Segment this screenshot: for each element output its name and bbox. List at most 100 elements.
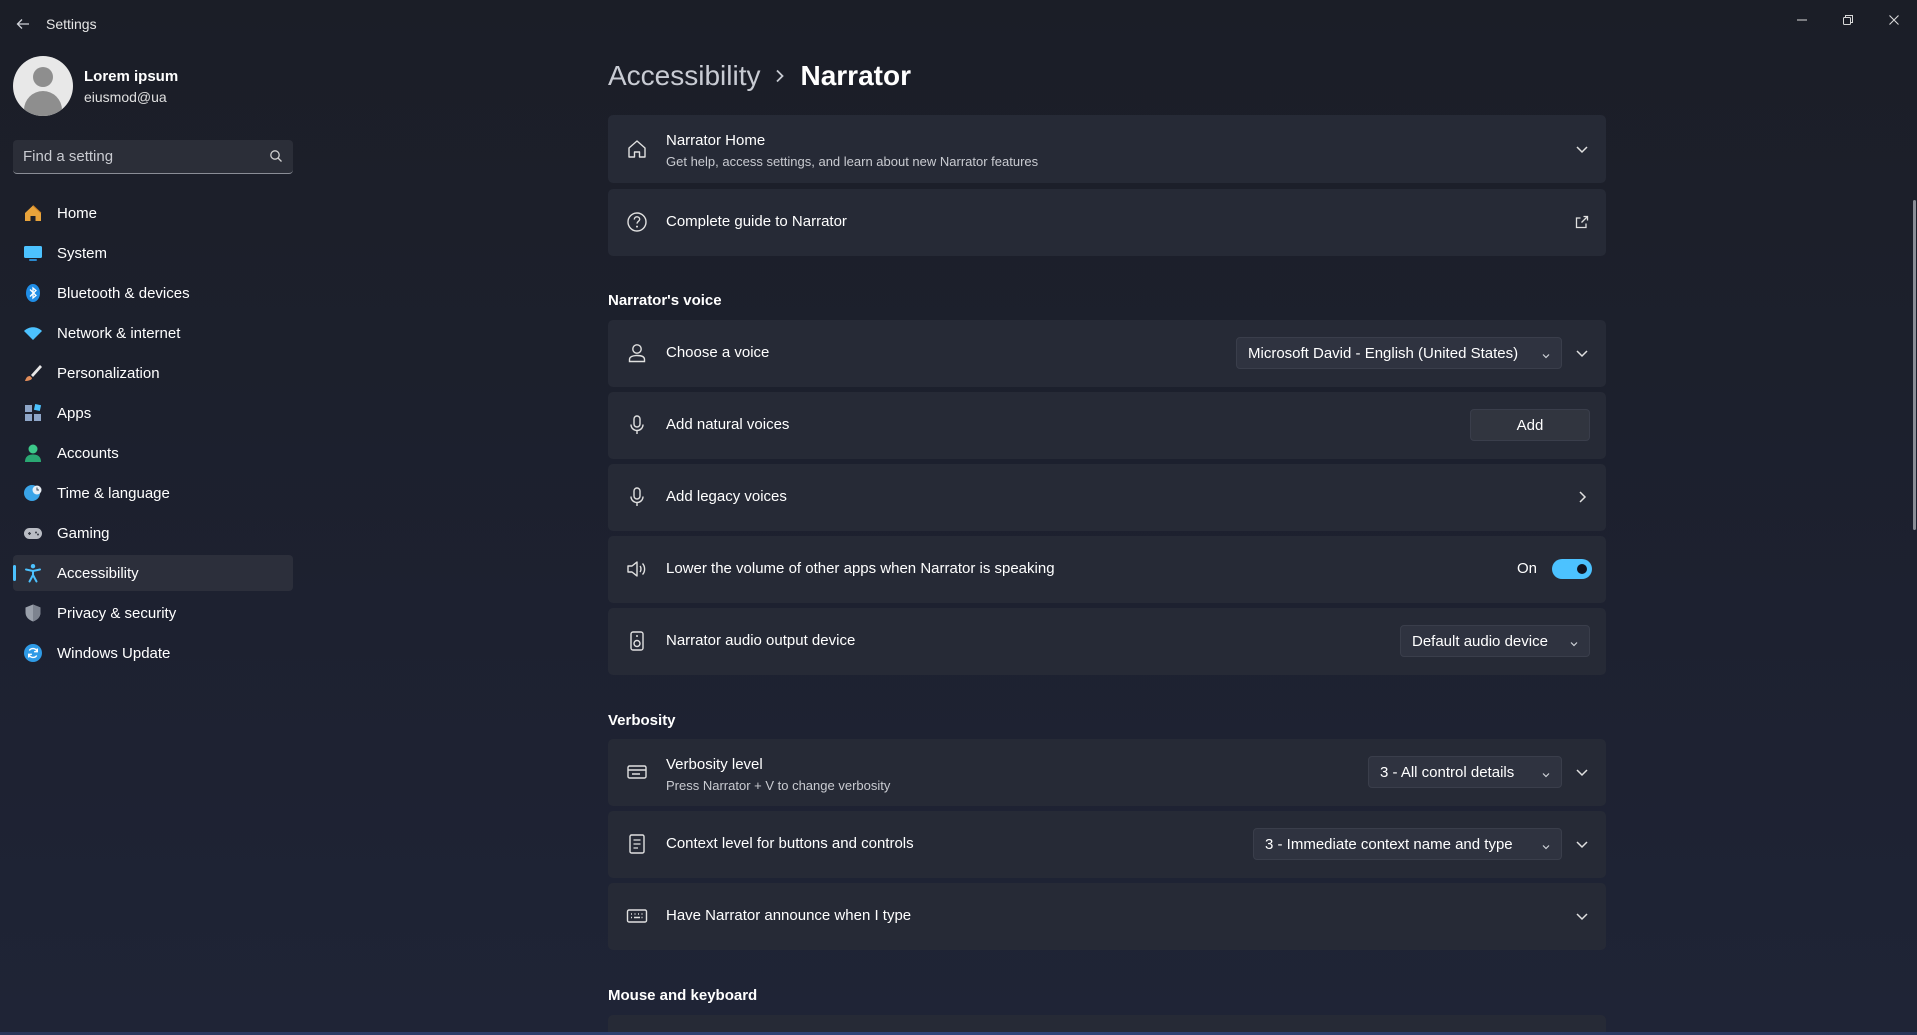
home-outline-icon [626, 138, 648, 160]
card-title: Add legacy voices [666, 488, 787, 505]
toggle-knob [1577, 564, 1587, 574]
person-outline-icon [626, 342, 648, 364]
chevron-down-icon[interactable] [1574, 141, 1590, 157]
dropdown-value: 3 - Immediate context name and type [1265, 835, 1513, 853]
person-icon [23, 443, 43, 463]
context-level-card[interactable]: Context level for buttons and controls 3… [608, 811, 1606, 878]
minimize-icon[interactable] [1782, 6, 1822, 34]
breadcrumb-parent[interactable]: Accessibility [608, 60, 760, 92]
next-setting-card[interactable] [608, 1015, 1606, 1032]
sidebar-item-time-language[interactable]: Time & language [13, 475, 293, 511]
narrator-home-card[interactable]: Narrator Home Get help, access settings,… [608, 115, 1606, 183]
chevron-down-icon[interactable] [1574, 764, 1590, 780]
chevron-down-icon [1541, 348, 1551, 359]
verbosity-level-card[interactable]: Verbosity level Press Narrator + V to ch… [608, 739, 1606, 806]
title-bar: Settings [0, 0, 1917, 48]
voice-dropdown[interactable]: Microsoft David - English (United States… [1236, 337, 1562, 369]
chevron-down-icon[interactable] [1574, 908, 1590, 924]
page-title: Narrator [800, 60, 911, 91]
speaker-icon [626, 558, 648, 580]
add-natural-voices-button[interactable]: Add [1470, 409, 1590, 441]
sidebar-item-label: System [57, 244, 108, 262]
brush-icon [23, 363, 43, 383]
sidebar-item-label: Time & language [57, 484, 170, 502]
chevron-right-icon[interactable] [1574, 489, 1590, 505]
chevron-right-icon [774, 69, 786, 83]
legacy-voices-card[interactable]: Add legacy voices [608, 464, 1606, 531]
avatar [13, 56, 73, 116]
sidebar-item-label: Gaming [57, 524, 110, 542]
section-title-mouse-keyboard: Mouse and keyboard [608, 987, 758, 1004]
context-dropdown[interactable]: 3 - Immediate context name and type [1253, 828, 1562, 860]
close-icon[interactable] [1874, 6, 1914, 34]
sidebar-item-privacy[interactable]: Privacy & security [13, 595, 293, 631]
sidebar-item-label: Windows Update [57, 644, 171, 662]
user-name: Lorem ipsum [84, 68, 179, 85]
external-link-icon[interactable] [1574, 214, 1590, 230]
audio-device-dropdown[interactable]: Default audio device [1400, 625, 1590, 657]
search-input[interactable] [13, 140, 253, 172]
verbosity-dropdown[interactable]: 3 - All control details [1368, 756, 1562, 788]
apps-icon [23, 403, 43, 423]
lower-volume-card: Lower the volume of other apps when Narr… [608, 536, 1606, 603]
home-icon [23, 203, 43, 223]
keyboard-icon [626, 905, 648, 927]
breadcrumb: Accessibility Narrator [608, 56, 911, 96]
dropdown-value: Default audio device [1412, 632, 1548, 650]
card-subtitle: Get help, access settings, and learn abo… [666, 154, 1039, 169]
complete-guide-card[interactable]: Complete guide to Narrator [608, 189, 1606, 256]
card-subtitle: Press Narrator + V to change verbosity [666, 778, 891, 793]
sidebar-item-accessibility[interactable]: Accessibility [13, 555, 293, 591]
choose-voice-card[interactable]: Choose a voice Microsoft David - English… [608, 320, 1606, 387]
sidebar-item-label: Accounts [57, 444, 119, 462]
chevron-down-icon[interactable] [1574, 345, 1590, 361]
microphone-icon [626, 486, 648, 508]
controller-icon [23, 523, 43, 543]
sidebar-item-label: Accessibility [57, 564, 139, 582]
card-title: Lower the volume of other apps when Narr… [666, 560, 1055, 577]
lower-volume-toggle[interactable] [1552, 559, 1592, 579]
dropdown-value: Microsoft David - English (United States… [1248, 344, 1519, 362]
card-title: Complete guide to Narrator [666, 213, 847, 230]
app-title: Settings [46, 16, 97, 32]
back-arrow-icon[interactable] [12, 13, 34, 35]
sidebar-item-gaming[interactable]: Gaming [13, 515, 293, 551]
sidebar-item-label: Privacy & security [57, 604, 177, 622]
sidebar-item-apps[interactable]: Apps [13, 395, 293, 431]
shield-icon [23, 603, 43, 623]
sidebar-item-personalization[interactable]: Personalization [13, 355, 293, 391]
sidebar-item-accounts[interactable]: Accounts [13, 435, 293, 471]
sidebar-item-bluetooth[interactable]: Bluetooth & devices [13, 275, 293, 311]
sidebar-item-label: Bluetooth & devices [57, 284, 190, 302]
bluetooth-icon [23, 283, 43, 303]
speaker-device-icon [626, 630, 648, 652]
audio-output-card: Narrator audio output device Default aud… [608, 608, 1606, 675]
chevron-down-icon [1541, 839, 1551, 850]
verbosity-icon [626, 761, 648, 783]
sidebar-item-network[interactable]: Network & internet [13, 315, 293, 351]
accessibility-icon [23, 563, 43, 583]
scrollbar-thumb[interactable] [1913, 200, 1916, 530]
chevron-down-icon [1541, 767, 1551, 778]
card-title: Choose a voice [666, 344, 770, 361]
sidebar-item-label: Apps [57, 404, 92, 422]
sidebar-item-home[interactable]: Home [13, 195, 293, 231]
sidebar-item-label: Personalization [57, 364, 160, 382]
section-title-voice: Narrator's voice [608, 292, 722, 309]
card-title: Verbosity level [666, 756, 763, 773]
toggle-state-label: On [1517, 560, 1538, 577]
section-title-verbosity: Verbosity [608, 712, 676, 729]
system-icon [23, 243, 43, 263]
card-title: Narrator Home [666, 132, 766, 149]
search-box [13, 140, 293, 174]
typing-announce-card[interactable]: Have Narrator announce when I type [608, 883, 1606, 950]
sidebar-item-windows-update[interactable]: Windows Update [13, 635, 293, 671]
sidebar-nav: Home System Bluetooth & devices Network … [13, 195, 293, 675]
user-profile[interactable]: Lorem ipsum eiusmod@ua [13, 56, 293, 116]
dropdown-value: 3 - All control details [1380, 763, 1515, 781]
restore-icon[interactable] [1828, 6, 1868, 34]
search-icon[interactable] [269, 149, 283, 163]
sidebar-item-system[interactable]: System [13, 235, 293, 271]
document-icon [626, 833, 648, 855]
chevron-down-icon[interactable] [1574, 836, 1590, 852]
